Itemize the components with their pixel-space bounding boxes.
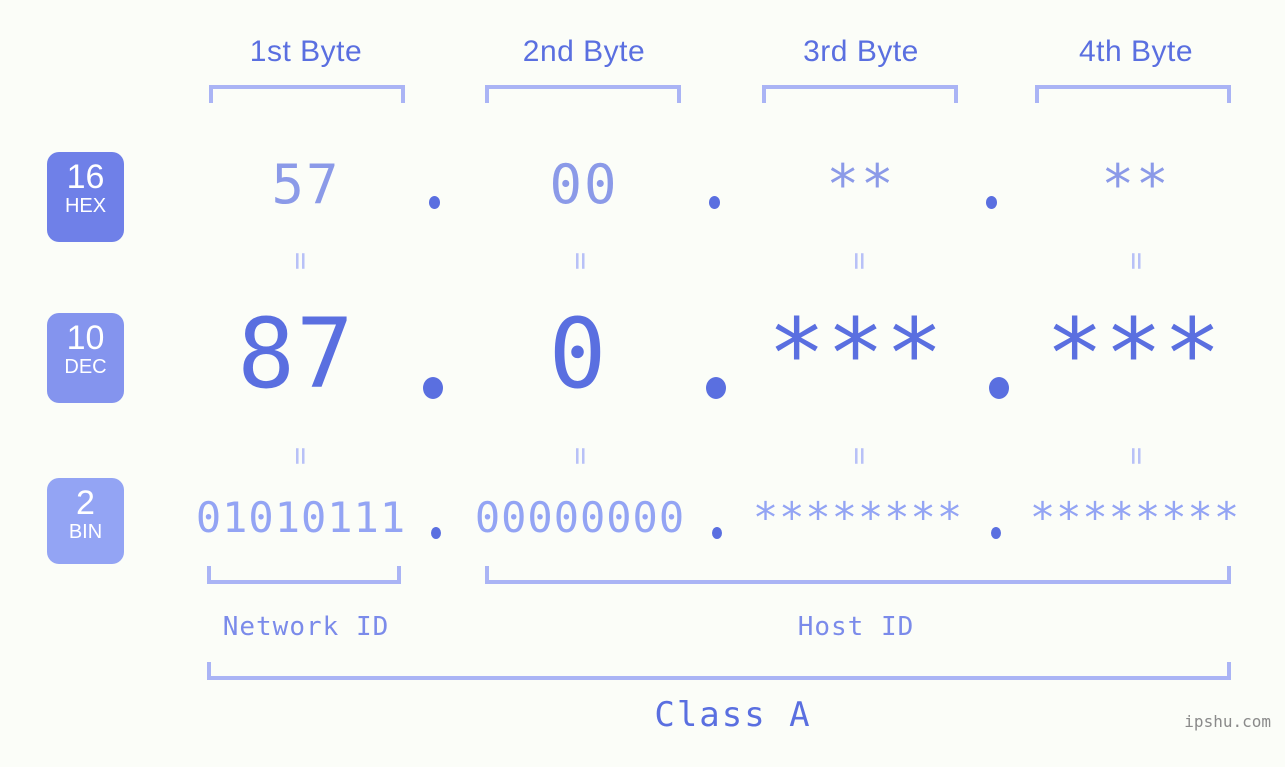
bin-byte-3: ******** xyxy=(752,493,964,542)
dec-separator-dot-3 xyxy=(989,377,1009,399)
byte-header-1: 1st Byte xyxy=(249,35,363,68)
base-badge-dec-label: DEC xyxy=(64,356,107,378)
base-badge-hex-number: 16 xyxy=(66,158,105,196)
equals-dec-bin-2: = xyxy=(563,446,598,466)
dec-separator-dot-1 xyxy=(423,377,443,399)
hex-byte-2: 00 xyxy=(549,153,619,216)
hex-separator-dot-2 xyxy=(709,196,720,209)
host-id-label: Host ID xyxy=(797,612,915,642)
equals-dec-bin-1: = xyxy=(283,446,318,466)
base-badge-hex: 16 HEX xyxy=(47,152,124,242)
base-badge-dec: 10 DEC xyxy=(47,313,124,403)
bin-byte-1: 01010111 xyxy=(195,493,407,542)
host-id-bracket xyxy=(485,566,1231,584)
base-badge-hex-label: HEX xyxy=(64,195,107,217)
bin-separator-dot-1 xyxy=(431,527,441,539)
byte-bracket-top-3 xyxy=(762,85,958,103)
hex-byte-4: ** xyxy=(1101,153,1171,216)
base-badge-bin: 2 BIN xyxy=(47,478,124,564)
equals-hex-dec-3: = xyxy=(842,251,877,271)
dec-byte-2: 0 xyxy=(548,298,608,410)
byte-bracket-top-2 xyxy=(485,85,681,103)
equals-dec-bin-4: = xyxy=(1119,446,1154,466)
byte-header-4: 4th Byte xyxy=(1078,35,1194,68)
dec-byte-1: 87 xyxy=(237,298,355,410)
base-badge-dec-number: 10 xyxy=(66,319,105,357)
site-watermark: ipshu.com xyxy=(1184,712,1271,731)
equals-dec-bin-3: = xyxy=(842,446,877,466)
hex-separator-dot-3 xyxy=(986,196,997,209)
class-bracket xyxy=(207,662,1231,680)
equals-hex-dec-2: = xyxy=(563,251,598,271)
class-label: Class A xyxy=(654,695,812,735)
bin-separator-dot-3 xyxy=(991,527,1001,539)
byte-bracket-top-1 xyxy=(209,85,405,103)
equals-hex-dec-1: = xyxy=(283,251,318,271)
bin-byte-2: 00000000 xyxy=(474,493,686,542)
bin-byte-4: ******** xyxy=(1029,493,1241,542)
equals-hex-dec-4: = xyxy=(1119,251,1154,271)
byte-header-3: 3rd Byte xyxy=(803,35,919,68)
hex-byte-1: 57 xyxy=(271,153,341,216)
network-id-bracket xyxy=(207,566,401,584)
byte-header-2: 2nd Byte xyxy=(522,35,646,68)
base-badge-bin-label: BIN xyxy=(68,521,103,543)
network-id-label: Network ID xyxy=(222,612,390,642)
hex-byte-3: ** xyxy=(826,153,896,216)
byte-bracket-top-4 xyxy=(1035,85,1231,103)
dec-byte-3: *** xyxy=(767,298,945,410)
ip-address-breakdown-diagram: 1st Byte 2nd Byte 3rd Byte 4th Byte 16 H… xyxy=(0,0,1285,767)
bin-separator-dot-2 xyxy=(712,527,722,539)
hex-separator-dot-1 xyxy=(429,196,440,209)
dec-separator-dot-2 xyxy=(706,377,726,399)
dec-byte-4: *** xyxy=(1045,298,1223,410)
base-badge-bin-number: 2 xyxy=(76,484,95,522)
